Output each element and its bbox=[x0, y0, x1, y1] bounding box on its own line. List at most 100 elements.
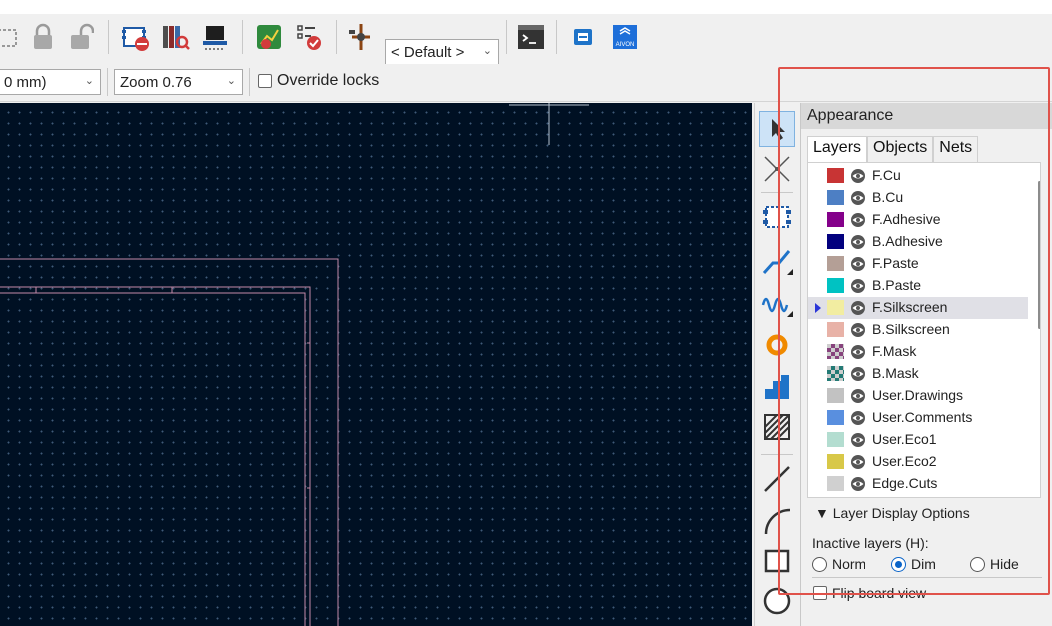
kicad-pcb-editor: < Default > ⌄ AIVON 0 mm) ⌄ Zoom 0.76 ⌄ … bbox=[0, 0, 1052, 626]
route-track-icon[interactable] bbox=[759, 243, 795, 279]
draw-circle-icon[interactable] bbox=[759, 583, 795, 619]
layer-name: B.Paste bbox=[872, 277, 922, 293]
layer-row[interactable]: B.Silkscreen bbox=[808, 319, 1028, 341]
layer-color-swatch[interactable] bbox=[827, 190, 844, 205]
layer-row[interactable]: User.Comments bbox=[808, 407, 1028, 429]
layer-row[interactable]: User.Eco2 bbox=[808, 451, 1028, 473]
preset-select[interactable]: < Default > ⌄ bbox=[385, 39, 499, 65]
layer-color-swatch[interactable] bbox=[827, 322, 844, 337]
visibility-eye-icon[interactable] bbox=[850, 190, 866, 206]
radio-dim[interactable] bbox=[891, 557, 906, 572]
scripting-console-icon[interactable] bbox=[514, 20, 548, 54]
rule-area-icon[interactable] bbox=[759, 409, 795, 445]
layer-row[interactable]: F.Paste bbox=[808, 253, 1028, 275]
layer-row[interactable]: Edge.Cuts bbox=[808, 473, 1028, 495]
layer-row[interactable]: F.Silkscreen bbox=[808, 297, 1028, 319]
aivon-plugin-icon[interactable]: AIVON bbox=[608, 20, 642, 54]
chevron-down-icon: ⌄ bbox=[226, 75, 236, 87]
layer-color-swatch[interactable] bbox=[827, 278, 844, 293]
add-zone-icon[interactable] bbox=[759, 369, 795, 405]
zoom-select[interactable]: Zoom 0.76 ⌄ bbox=[114, 69, 243, 95]
layer-color-swatch[interactable] bbox=[827, 168, 844, 183]
layer-display-options-label: Layer Display Options bbox=[832, 505, 970, 521]
visibility-eye-icon[interactable] bbox=[850, 322, 866, 338]
layer-name: User.Comments bbox=[872, 409, 973, 425]
visibility-eye-icon[interactable] bbox=[850, 234, 866, 250]
add-via-icon[interactable] bbox=[759, 327, 795, 363]
tune-length-icon[interactable] bbox=[759, 285, 795, 321]
checklist-icon[interactable] bbox=[292, 20, 326, 54]
track-width-select[interactable]: 0 mm) ⌄ bbox=[0, 69, 101, 95]
zoom-select-value: Zoom 0.76 bbox=[120, 73, 192, 91]
layer-name: F.Paste bbox=[872, 255, 919, 271]
layer-color-swatch[interactable] bbox=[827, 212, 844, 227]
draw-rectangle-icon[interactable] bbox=[759, 543, 795, 579]
jlc-plugin-icon[interactable] bbox=[566, 20, 600, 54]
visibility-eye-icon[interactable] bbox=[850, 168, 866, 184]
layer-row[interactable]: F.Adhesive bbox=[808, 209, 1028, 231]
visibility-eye-icon[interactable] bbox=[850, 432, 866, 448]
layer-color-swatch[interactable] bbox=[827, 300, 844, 315]
library-browser-icon[interactable] bbox=[158, 20, 192, 54]
schematic-update-icon[interactable] bbox=[344, 20, 378, 54]
svg-text:AIVON: AIVON bbox=[616, 42, 635, 48]
layer-row[interactable]: B.Paste bbox=[808, 275, 1028, 297]
layer-color-swatch[interactable] bbox=[827, 344, 844, 359]
add-footprint-icon[interactable] bbox=[759, 199, 795, 235]
layer-color-swatch[interactable] bbox=[827, 432, 844, 447]
radio-normal[interactable] bbox=[812, 557, 827, 572]
main-toolbar: < Default > ⌄ AIVON bbox=[0, 0, 1052, 65]
flip-board-view-checkbox[interactable] bbox=[813, 586, 827, 600]
layer-display-options-toggle[interactable]: ▼ Layer Display Options bbox=[815, 505, 970, 521]
override-locks-checkbox[interactable] bbox=[258, 74, 272, 88]
draw-arc-icon[interactable] bbox=[759, 503, 795, 539]
layer-row[interactable]: B.Cu bbox=[808, 187, 1028, 209]
tab-layers[interactable]: Layers bbox=[807, 136, 868, 162]
visibility-eye-icon[interactable] bbox=[850, 256, 866, 272]
flip-board-view-label: Flip board view bbox=[832, 585, 927, 601]
unlock-icon[interactable] bbox=[64, 20, 98, 54]
pcb-canvas[interactable] bbox=[0, 103, 752, 626]
radio-normal-label: Norm bbox=[832, 556, 865, 572]
layer-color-swatch[interactable] bbox=[827, 476, 844, 491]
footprint-editor-icon[interactable] bbox=[118, 20, 152, 54]
3d-viewer-icon[interactable] bbox=[198, 20, 232, 54]
visibility-eye-icon[interactable] bbox=[850, 476, 866, 492]
layer-color-swatch[interactable] bbox=[827, 388, 844, 403]
radio-hide[interactable] bbox=[970, 557, 985, 572]
appearance-tabs: Layers Objects Nets bbox=[807, 136, 979, 162]
layer-row[interactable]: F.Cu bbox=[808, 165, 1028, 187]
layer-row[interactable]: F.Mask bbox=[808, 341, 1028, 363]
visibility-eye-icon[interactable] bbox=[850, 366, 866, 382]
layer-row[interactable]: User.Eco1 bbox=[808, 429, 1028, 451]
layer-row[interactable]: B.Adhesive bbox=[808, 231, 1028, 253]
layer-color-swatch[interactable] bbox=[827, 454, 844, 469]
layer-color-swatch[interactable] bbox=[827, 410, 844, 425]
visibility-eye-icon[interactable] bbox=[850, 344, 866, 360]
tab-nets[interactable]: Nets bbox=[933, 136, 979, 162]
drc-icon[interactable] bbox=[252, 20, 286, 54]
layer-color-swatch[interactable] bbox=[827, 234, 844, 249]
layer-color-swatch[interactable] bbox=[827, 256, 844, 271]
visibility-eye-icon[interactable] bbox=[850, 300, 866, 316]
layer-row[interactable]: B.Mask bbox=[808, 363, 1028, 385]
visibility-eye-icon[interactable] bbox=[850, 388, 866, 404]
select-tool-icon[interactable] bbox=[759, 111, 795, 147]
radio-hide-label: Hide bbox=[990, 556, 1019, 572]
layer-name: F.Silkscreen bbox=[872, 299, 948, 315]
visibility-eye-icon[interactable] bbox=[850, 278, 866, 294]
layer-row[interactable]: User.Drawings bbox=[808, 385, 1028, 407]
drawing-toolbar bbox=[754, 103, 798, 626]
group-icon[interactable] bbox=[0, 20, 26, 54]
visibility-eye-icon[interactable] bbox=[850, 454, 866, 470]
visibility-eye-icon[interactable] bbox=[850, 212, 866, 228]
tab-objects[interactable]: Objects bbox=[867, 136, 934, 162]
layer-name: B.Cu bbox=[872, 189, 904, 205]
lock-icon[interactable] bbox=[26, 20, 60, 54]
layer-list-scrollbar[interactable] bbox=[1038, 181, 1040, 329]
draw-line-icon[interactable] bbox=[759, 461, 795, 497]
visibility-eye-icon[interactable] bbox=[850, 410, 866, 426]
layer-color-swatch[interactable] bbox=[827, 366, 844, 381]
local-ratsnest-icon[interactable] bbox=[759, 151, 795, 187]
track-width-value: 0 mm) bbox=[4, 73, 47, 91]
